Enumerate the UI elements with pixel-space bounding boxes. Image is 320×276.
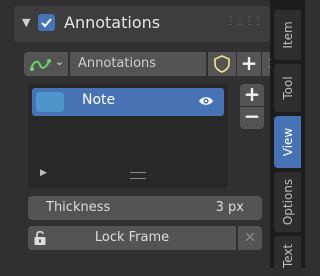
new-datablock-button[interactable]: + bbox=[237, 52, 261, 76]
thickness-field[interactable]: Thickness 3 px bbox=[28, 196, 262, 220]
checkmark-icon bbox=[41, 18, 52, 28]
fake-user-button[interactable] bbox=[208, 52, 236, 76]
browse-datablock-button[interactable]: ⌄ bbox=[24, 52, 68, 76]
collapse-caret-icon[interactable]: ▼ bbox=[22, 16, 30, 29]
annotations-panel: ▼ Annotations ⋮⋮⋮⋮ ⌄ Annotations + ✕ bbox=[0, 0, 286, 268]
layer-list[interactable]: Note ▶ bbox=[28, 84, 228, 188]
layer-color-swatch[interactable] bbox=[36, 92, 64, 112]
annotation-stroke-icon bbox=[30, 59, 51, 71]
list-item[interactable]: Note bbox=[32, 88, 224, 116]
lock-frame-row: Lock Frame ✕ bbox=[28, 226, 262, 250]
drag-handle-icon[interactable]: ⋮⋮⋮⋮ bbox=[226, 16, 263, 27]
panel-title: Annotations bbox=[64, 13, 161, 32]
layer-name[interactable]: Note bbox=[82, 92, 115, 108]
thickness-value: 3 px bbox=[215, 200, 244, 215]
datablock-selector: ⌄ Annotations + ✕ bbox=[24, 52, 286, 78]
remove-layer-button[interactable]: − bbox=[240, 106, 264, 129]
tab-text-label: Text bbox=[280, 243, 295, 269]
lock-frame-button[interactable]: Lock Frame bbox=[28, 226, 236, 250]
chevron-down-icon: ⌄ bbox=[55, 55, 65, 68]
tab-text[interactable]: Text bbox=[274, 236, 301, 276]
tab-item[interactable]: Item bbox=[274, 10, 301, 60]
enable-checkbox[interactable] bbox=[38, 14, 55, 31]
tab-item-label: Item bbox=[280, 21, 295, 49]
eye-icon[interactable] bbox=[198, 95, 214, 107]
panel-header[interactable]: ▼ Annotations ⋮⋮⋮⋮ bbox=[14, 6, 270, 42]
datablock-name-field[interactable]: Annotations bbox=[70, 52, 206, 76]
tab-options-label: Options bbox=[280, 178, 295, 226]
lock-frame-label: Lock Frame bbox=[94, 230, 170, 245]
tab-tool[interactable]: Tool bbox=[274, 64, 301, 112]
expand-filter-icon[interactable]: ▶ bbox=[40, 168, 47, 178]
clear-lock-button[interactable]: ✕ bbox=[238, 226, 262, 250]
resize-grip-icon[interactable] bbox=[130, 172, 146, 179]
tab-tool-label: Tool bbox=[280, 76, 295, 100]
add-layer-button[interactable]: + bbox=[240, 84, 264, 106]
shield-icon bbox=[214, 55, 230, 73]
sidebar-tabs: Item Tool View Options Text bbox=[270, 0, 305, 276]
tab-view-label: View bbox=[280, 127, 295, 157]
thickness-label: Thickness bbox=[46, 200, 111, 215]
tab-view[interactable]: View bbox=[274, 116, 301, 168]
tab-options[interactable]: Options bbox=[274, 172, 301, 232]
